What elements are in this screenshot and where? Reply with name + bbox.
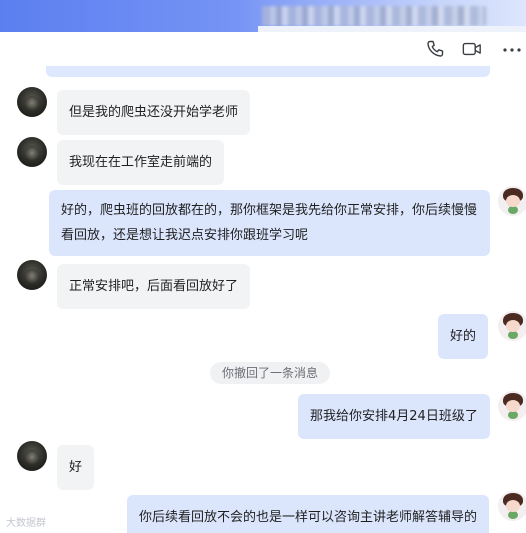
message-text: 正常安排吧，后面看回放好了	[69, 279, 239, 294]
contact-avatar[interactable]	[17, 260, 47, 290]
message-bubble[interactable]: 你后续看回放不会的也是一样可以咨询主讲老师解答辅导的	[127, 495, 490, 533]
message-text: 好的	[450, 329, 477, 344]
contact-avatar[interactable]	[17, 87, 47, 117]
message-text: 好	[69, 460, 83, 475]
my-avatar[interactable]	[498, 491, 526, 521]
my-avatar[interactable]	[498, 186, 526, 216]
message-text: 你后续看回放不会的也是一样可以咨询主讲老师解答辅导的	[139, 510, 478, 525]
my-avatar[interactable]	[498, 311, 526, 341]
system-notice: 你撤回了一条消息	[210, 362, 331, 384]
blurred-contact-name	[262, 6, 486, 26]
message-bubble[interactable]: 好的，爬虫班的回放都在的，那你框架是我先给你正常安排，你后续慢慢 看回放，还是想…	[49, 190, 490, 256]
message-text: 我现在在工作室走前端的	[69, 155, 213, 170]
my-avatar[interactable]	[498, 391, 526, 421]
contact-avatar[interactable]	[17, 137, 47, 167]
message-bubble[interactable]: 我现在在工作室走前端的	[57, 140, 225, 185]
message-bubble[interactable]: 但是我的爬虫还没开始学老师	[57, 90, 251, 135]
message-bubble[interactable]: 好的	[438, 314, 489, 359]
message-text: 但是我的爬虫还没开始学老师	[69, 105, 239, 120]
video-camera-icon[interactable]	[462, 40, 482, 58]
title-bar	[0, 0, 526, 32]
watermark: 大数据群	[6, 518, 46, 529]
message-bubble[interactable]: 正常安排吧，后面看回放好了	[57, 264, 251, 309]
message-text-line-2: 看回放，还是想让我迟点安排你跟班学习呢	[61, 228, 309, 243]
message-list[interactable]: 但是我的爬虫还没开始学老师 我现在在工作室走前端的 好的，爬虫班的回放都在的，那…	[0, 66, 526, 533]
chat-header	[0, 32, 526, 66]
message-text-line-1: 好的，爬虫班的回放都在的，那你框架是我先给你正常安排，你后续慢慢	[61, 203, 478, 218]
phone-icon[interactable]	[426, 40, 446, 58]
more-icon[interactable]	[502, 40, 522, 58]
message-bubble[interactable]: 那我给你安排4月24日班级了	[298, 394, 490, 439]
message-bubble[interactable]: 好	[57, 445, 95, 490]
contact-avatar[interactable]	[17, 441, 47, 471]
message-text: 那我给你安排4月24日班级了	[310, 409, 478, 424]
previous-message-bubble	[46, 66, 490, 77]
